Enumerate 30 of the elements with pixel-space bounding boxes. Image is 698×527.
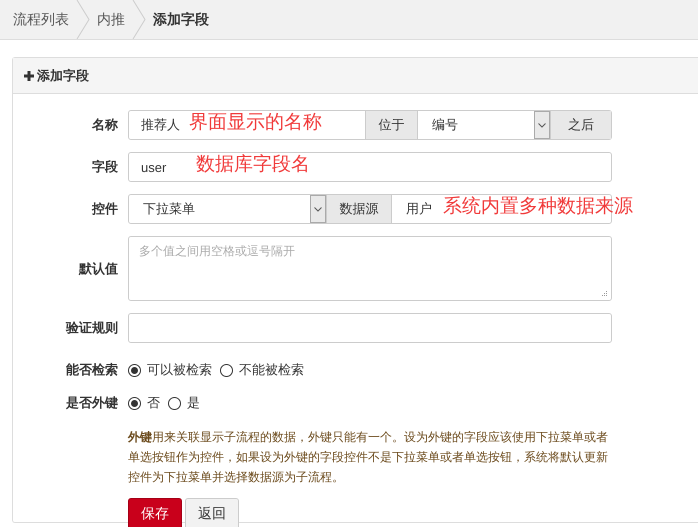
panel-title: 添加字段: [37, 66, 89, 84]
breadcrumb-link[interactable]: 添加字段: [153, 10, 209, 28]
field-label: 默认值: [78, 260, 118, 278]
field-label: 验证规则: [64, 319, 118, 337]
radio-button[interactable]: [220, 364, 233, 376]
input-value: user: [140, 158, 166, 176]
radio-label: 不能被检索: [239, 361, 304, 379]
radio-button[interactable]: [128, 364, 141, 376]
field-label: 控件: [90, 200, 118, 218]
breadcrumb-link[interactable]: 流程列表: [13, 10, 69, 28]
radio-button[interactable]: [128, 396, 141, 410]
breadcrumb-link[interactable]: 内推: [97, 10, 125, 28]
field-input[interactable]: user 数据库字段名: [128, 152, 612, 182]
radio-label: 否: [147, 394, 160, 412]
validation-input[interactable]: [128, 313, 612, 343]
annotation-text: 数据库字段名: [196, 152, 310, 177]
field-label: 是否外键: [65, 394, 118, 412]
back-button[interactable]: 返回: [185, 498, 239, 527]
radio-label: 可以被检索: [147, 361, 212, 379]
radio-button[interactable]: [168, 396, 181, 410]
breadcrumb-separator-icon: [131, 0, 147, 39]
breadcrumb-separator-icon: [75, 0, 91, 39]
field-label: 名称: [90, 116, 118, 134]
plus-icon: [24, 70, 34, 80]
field-label: 能否检索: [65, 361, 118, 379]
help-text: 外键用来关联显示子流程的数据，外键只能有一个。设为外键的字段应该使用下拉菜单或者单选按钮作为控件，如果设为外键的字段控件不是下拉菜单或者单选按钮，系统将默认更新控件为下拉菜单并选择数据源为子流程。: [128, 429, 609, 486]
save-button[interactable]: 保存: [128, 498, 182, 527]
placeholder-text: 多个值之间用空格或逗号隔开: [139, 244, 295, 258]
radio-label: 是: [187, 394, 200, 412]
field-label: 字段: [91, 158, 118, 176]
